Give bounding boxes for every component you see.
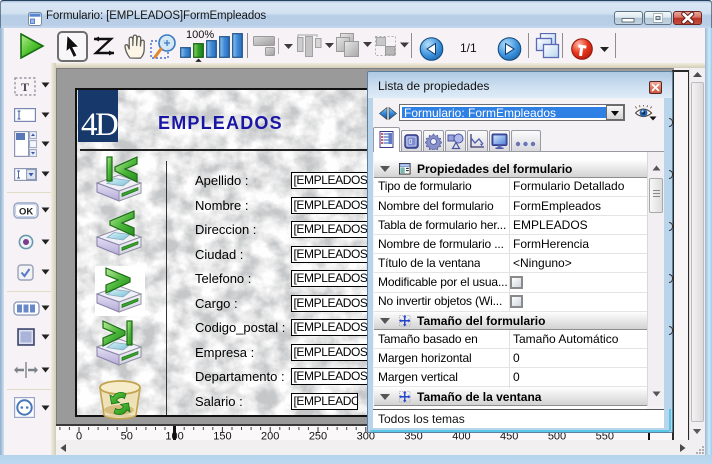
svg-text:0: 0	[409, 139, 413, 146]
svg-text:OK: OK	[19, 207, 33, 218]
svg-text:T: T	[21, 80, 29, 94]
